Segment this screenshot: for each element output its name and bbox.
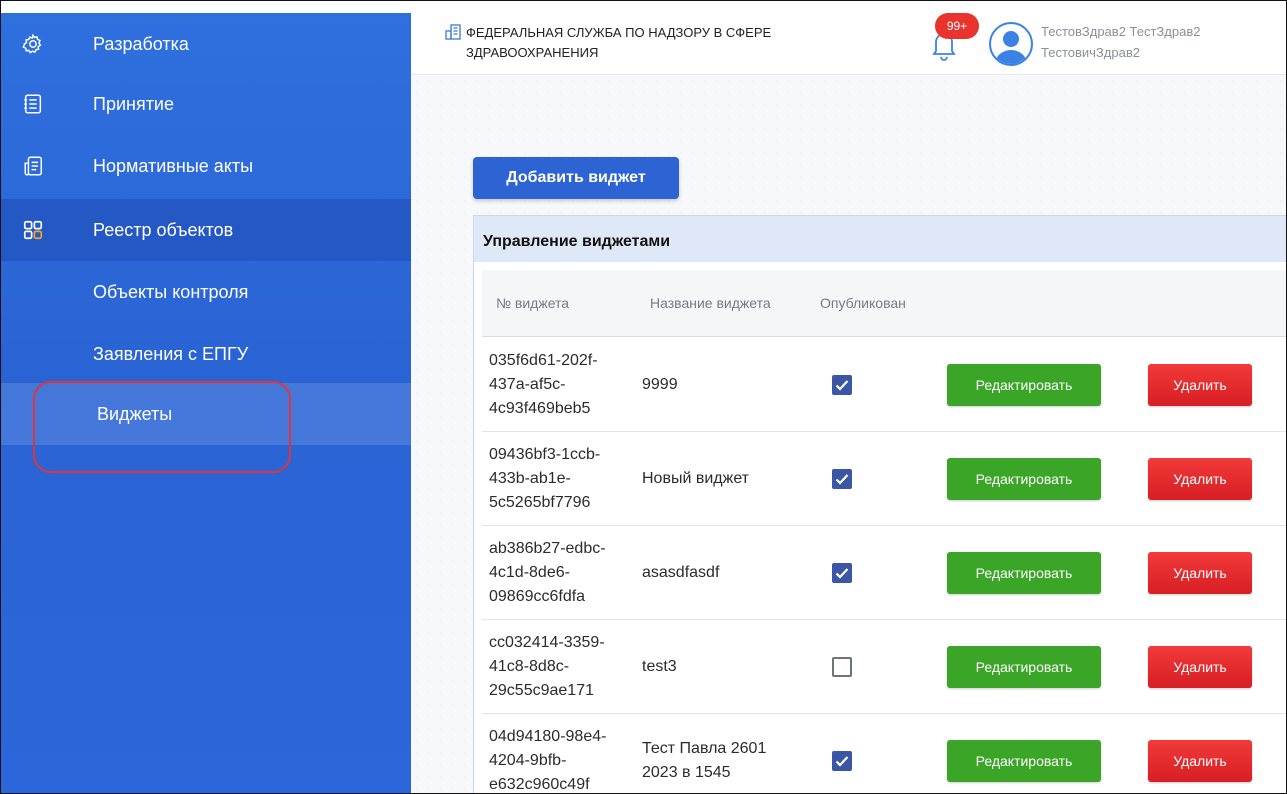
widget-name: Тест Павла 2601 2023 в 1545 (642, 739, 767, 781)
top-header: ФЕДЕРАЛЬНАЯ СЛУЖБА ПО НАДЗОРУ В СФЕРЕ ЗД… (411, 13, 1286, 75)
edit-button[interactable]: Редактировать (947, 645, 1101, 688)
sidebar-item-label: Реестр объектов (93, 219, 234, 240)
avatar[interactable] (989, 22, 1033, 66)
document-icon (24, 156, 42, 176)
building-icon (445, 24, 461, 40)
sidebar-subitem-label: Заявления с ЕПГУ (93, 343, 249, 364)
check-icon (835, 473, 849, 485)
app-window: Разработка Принятие Нормативные акты Рее… (0, 0, 1287, 794)
table-row: ab386b27-edbc- 4c1d-8de6- 09869cc6fdfa a… (482, 526, 1286, 620)
widget-id: ab386b27-edbc- 4c1d-8de6- 09869cc6fdfa (489, 539, 606, 605)
column-header-published: Опубликован (820, 295, 906, 311)
table-row: 09436bf3-1ccb- 433b-ab1e- 5c5265bf7796 Н… (482, 432, 1286, 526)
user-patronymic-line: ТестовичЗдрав2 (1041, 45, 1140, 60)
add-widget-button[interactable]: Добавить виджет (473, 157, 679, 199)
user-name-line: ТестовЗдрав2 ТестЗдрав2 (1041, 24, 1201, 39)
sidebar-item-object-registry[interactable]: Реестр объектов (1, 199, 411, 261)
table-row: cc032414-3359- 41c8-8d8c- 29c55c9ae171 t… (482, 620, 1286, 714)
published-checkbox[interactable] (832, 468, 852, 489)
sidebar: Разработка Принятие Нормативные акты Рее… (1, 13, 411, 793)
sidebar-item-acceptance[interactable]: Принятие (1, 73, 411, 135)
edit-button[interactable]: Редактировать (947, 551, 1101, 594)
organization-name: ФЕДЕРАЛЬНАЯ СЛУЖБА ПО НАДЗОРУ В СФЕРЕ ЗД… (466, 25, 772, 60)
column-header-widget-name: Название виджета (650, 295, 771, 311)
sidebar-item-label: Принятие (93, 93, 174, 114)
edit-button[interactable]: Редактировать (947, 739, 1101, 782)
sidebar-item-label: Разработка (93, 33, 189, 54)
sidebar-subitem-widgets[interactable]: Виджеты (1, 383, 411, 445)
widget-id: 09436bf3-1ccb- 433b-ab1e- 5c5265bf7796 (489, 445, 601, 511)
sidebar-item-development[interactable]: Разработка (1, 13, 411, 75)
delete-button[interactable]: Удалить (1148, 645, 1252, 688)
widget-name: Новый виджет (642, 469, 750, 487)
table-header: № виджета Название виджета Опубликован (482, 270, 1286, 337)
delete-button[interactable]: Удалить (1148, 739, 1252, 782)
sidebar-item-label: Нормативные акты (93, 155, 254, 176)
edit-button[interactable]: Редактировать (947, 363, 1101, 406)
checklist-icon (24, 94, 42, 114)
widget-id: cc032414-3359- 41c8-8d8c- 29c55c9ae171 (489, 633, 605, 699)
column-header-widget-number: № виджета (496, 295, 570, 311)
widgets-panel: Управление виджетами № виджета Название … (473, 215, 1286, 793)
widget-name: test3 (642, 657, 677, 675)
widget-name: 9999 (642, 375, 678, 393)
delete-button[interactable]: Удалить (1148, 551, 1252, 594)
check-icon (835, 755, 849, 767)
sidebar-subitem-label: Виджеты (97, 403, 173, 424)
widget-id: 04d94180-98e4- 4204-9bfb- e632c960c49f (489, 727, 607, 793)
sidebar-subitem-epgu-applications[interactable]: Заявления с ЕПГУ (1, 323, 411, 385)
gear-icon (22, 33, 42, 54)
published-checkbox[interactable] (832, 562, 852, 583)
table-row: 035f6d61-202f- 437a-af5c- 4c93f469beb5 9… (482, 338, 1286, 432)
check-icon (835, 379, 849, 391)
delete-button[interactable]: Удалить (1148, 457, 1252, 500)
grid-icon (23, 220, 43, 240)
panel-title: Управление виджетами (474, 216, 1286, 262)
sidebar-item-regulations[interactable]: Нормативные акты (1, 135, 411, 197)
edit-button[interactable]: Редактировать (947, 457, 1101, 500)
published-checkbox[interactable] (832, 374, 852, 395)
widget-id: 035f6d61-202f- 437a-af5c- 4c93f469beb5 (489, 351, 598, 417)
main-content: Добавить виджет Управление виджетами № в… (411, 75, 1286, 793)
check-icon (835, 567, 849, 579)
published-checkbox[interactable] (832, 750, 852, 771)
user-info[interactable]: ТестовЗдрав2 ТестЗдрав2 ТестовичЗдрав2 (1041, 21, 1200, 63)
sidebar-subitem-label: Объекты контроля (93, 281, 249, 302)
user-silhouette-icon (995, 31, 1027, 64)
widget-name: asasdfasdf (642, 563, 720, 581)
table-row: 04d94180-98e4- 4204-9bfb- e632c960c49f Т… (482, 714, 1286, 793)
notifications-badge: 99+ (935, 13, 979, 39)
delete-button[interactable]: Удалить (1148, 363, 1252, 406)
published-checkbox[interactable] (832, 656, 852, 677)
sidebar-subitem-control-objects[interactable]: Объекты контроля (1, 261, 411, 323)
